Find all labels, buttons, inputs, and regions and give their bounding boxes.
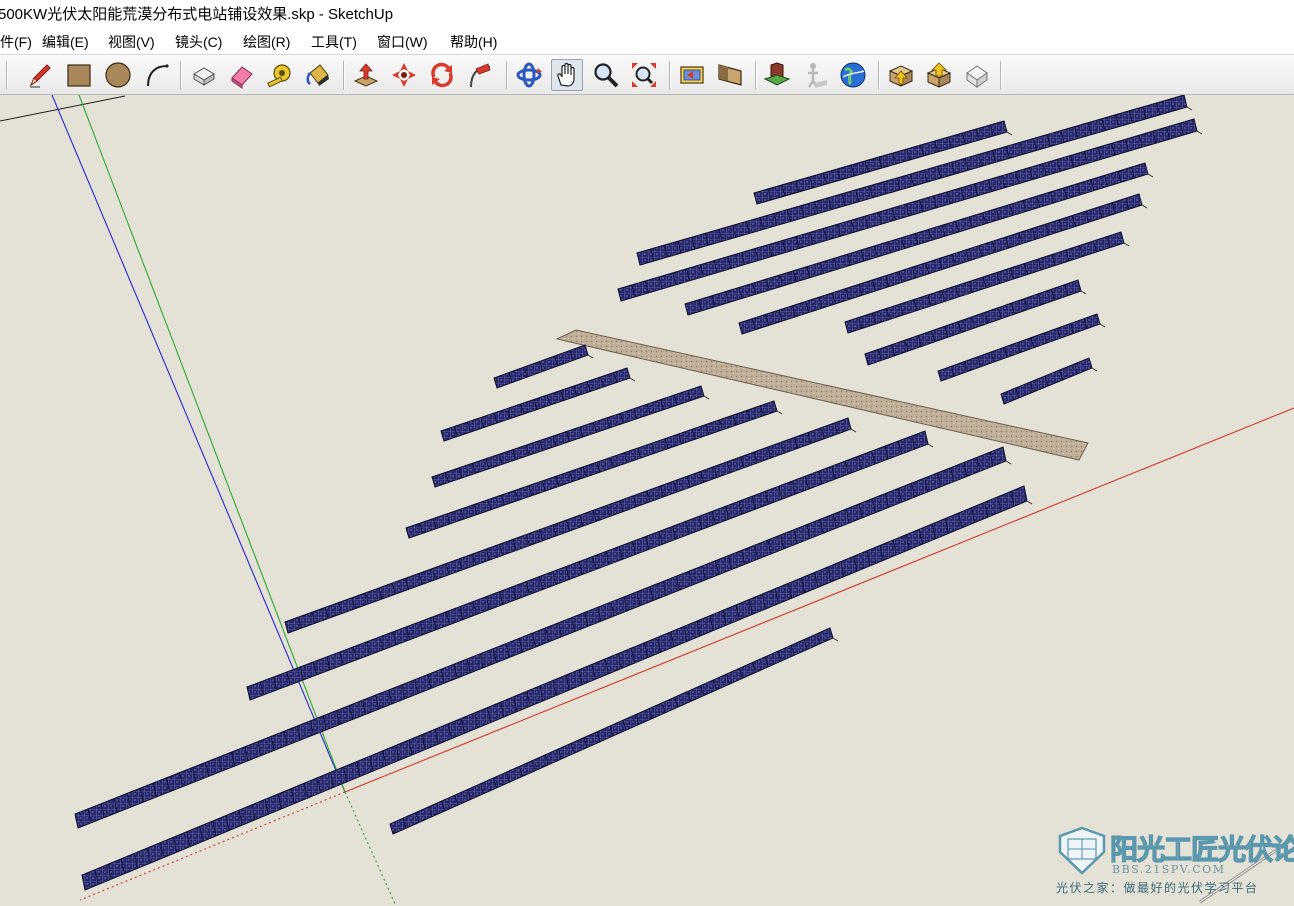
next-view-icon [718, 64, 742, 86]
follow-me-tool[interactable] [464, 59, 496, 91]
google-earth-tool[interactable] [837, 59, 869, 91]
toolbar-separator [755, 61, 756, 90]
window-title-bar: 500KW光伏太阳能荒漠分布式电站铺设效果.skp - SketchUp [0, 0, 1294, 30]
toggle-terrain-icon [807, 63, 827, 88]
toolbar-separator [669, 61, 670, 90]
pv-row-bracket [1186, 106, 1193, 111]
make-component-tool[interactable] [188, 59, 220, 91]
circle-tool[interactable] [102, 59, 134, 91]
add-location-tool[interactable] [761, 59, 793, 91]
main-toolbar [0, 54, 1294, 95]
eraser-icon [231, 66, 253, 89]
menu-bar: 件(F) 编辑(E) 视图(V) 镜头(C) 绘图(R) 工具(T) 窗口(W)… [0, 30, 1294, 54]
window-title: 500KW光伏太阳能荒漠分布式电站铺设效果.skp - SketchUp [0, 6, 394, 23]
paint-bucket-tool[interactable] [302, 59, 334, 91]
menu-camera[interactable]: 镜头(C) [173, 32, 224, 52]
pv-row-bracket [927, 443, 934, 448]
model-viewport[interactable]: 阳光工匠光伏论坛 BBS.21SPV.COM 光伏之家：做最好的光伏学习平台 [0, 95, 1294, 906]
zoom-extents-icon [632, 63, 656, 87]
menu-view[interactable]: 视图(V) [106, 32, 157, 52]
pv-row-bracket [629, 377, 636, 382]
zoom-icon [594, 63, 619, 88]
toolbar-separator [343, 61, 344, 90]
previous-view-tool[interactable] [676, 59, 708, 91]
orbit-icon [516, 62, 542, 88]
toolbar-separator [180, 61, 181, 90]
pv-row-bracket [1080, 290, 1087, 295]
pv-row-bracket [1005, 460, 1012, 465]
tape-measure-tool[interactable] [264, 59, 296, 91]
menu-window[interactable]: 窗口(W) [375, 32, 430, 52]
toggle-terrain-tool[interactable] [799, 59, 831, 91]
add-location-icon [763, 62, 791, 86]
toolbar-separator [878, 61, 879, 90]
blue-axis-line [51, 95, 346, 793]
menu-draw[interactable]: 绘图(R) [241, 32, 292, 52]
pv-row-bracket [832, 637, 839, 642]
toolbar-separator [1000, 61, 1001, 90]
pan-tool[interactable] [551, 59, 583, 91]
share-component-tool[interactable] [961, 59, 993, 91]
get-models-tool[interactable] [885, 59, 917, 91]
pencil-icon [29, 64, 51, 88]
pv-panel-row [74, 446, 1007, 829]
pv-row-bracket [850, 428, 857, 433]
eraser-tool[interactable] [226, 59, 258, 91]
get-models-icon [888, 65, 914, 87]
toolbar-separator [506, 61, 507, 90]
watermark-url: BBS.21SPV.COM [1112, 863, 1226, 876]
pv-row-bracket [1026, 500, 1033, 505]
arc-tool[interactable] [141, 59, 173, 91]
pv-row-bracket [1147, 173, 1154, 178]
pv-row-bracket [1099, 323, 1106, 328]
push-pull-tool[interactable] [350, 59, 382, 91]
line-tool[interactable] [24, 59, 56, 91]
pv-row-bracket [1141, 204, 1148, 209]
pv-row-bracket [703, 395, 710, 400]
solar-array-scene [0, 95, 1294, 906]
zoom-tool[interactable] [590, 59, 622, 91]
pan-hand-icon [557, 62, 575, 87]
paint-bucket-icon [306, 64, 329, 86]
forum-watermark: 阳光工匠光伏论坛 BBS.21SPV.COM 光伏之家：做最好的光伏学习平台 [1056, 826, 1294, 900]
pv-row-bracket [1006, 131, 1013, 136]
move-tool[interactable] [388, 59, 420, 91]
pv-row-bracket [587, 354, 594, 359]
arc-icon [147, 64, 169, 87]
share-component-icon [966, 65, 988, 88]
follow-me-icon [470, 63, 491, 88]
orbit-tool[interactable] [513, 59, 545, 91]
menu-tools[interactable]: 工具(T) [309, 32, 359, 52]
rectangle-tool[interactable] [63, 59, 95, 91]
green-axis-line [78, 95, 346, 793]
tape-measure-icon [267, 64, 291, 88]
zoom-extents-tool[interactable] [628, 59, 660, 91]
push-pull-icon [353, 63, 379, 87]
toolbar-separator [6, 61, 7, 90]
move-icon [392, 63, 416, 87]
rotate-tool[interactable] [426, 59, 458, 91]
green-axis-dotted-line [344, 791, 397, 906]
menu-help[interactable]: 帮助(H) [448, 32, 499, 52]
rectangle-icon [67, 64, 91, 87]
menu-edit[interactable]: 编辑(E) [40, 32, 91, 52]
google-earth-icon [840, 62, 866, 88]
next-view-tool[interactable] [714, 59, 746, 91]
black-edge-line [0, 95, 126, 122]
share-model-icon [926, 62, 952, 88]
watermark-slogan: 光伏之家：做最好的光伏学习平台 [1056, 881, 1259, 895]
rotate-icon [431, 62, 453, 88]
pv-row-bracket [1196, 130, 1203, 135]
menu-file[interactable]: 件(F) [0, 32, 34, 52]
circle-icon [105, 62, 131, 88]
make-component-icon [193, 67, 215, 86]
shield-logo-icon [1058, 826, 1106, 875]
watermark-brand: 阳光工匠光伏论坛 [1109, 832, 1294, 866]
share-model-tool[interactable] [923, 59, 955, 91]
pv-row-bracket [776, 410, 783, 415]
pv-row-bracket [1091, 367, 1098, 372]
previous-view-icon [680, 66, 704, 84]
pv-panel-rows [74, 95, 1203, 891]
pv-row-bracket [1123, 242, 1130, 247]
